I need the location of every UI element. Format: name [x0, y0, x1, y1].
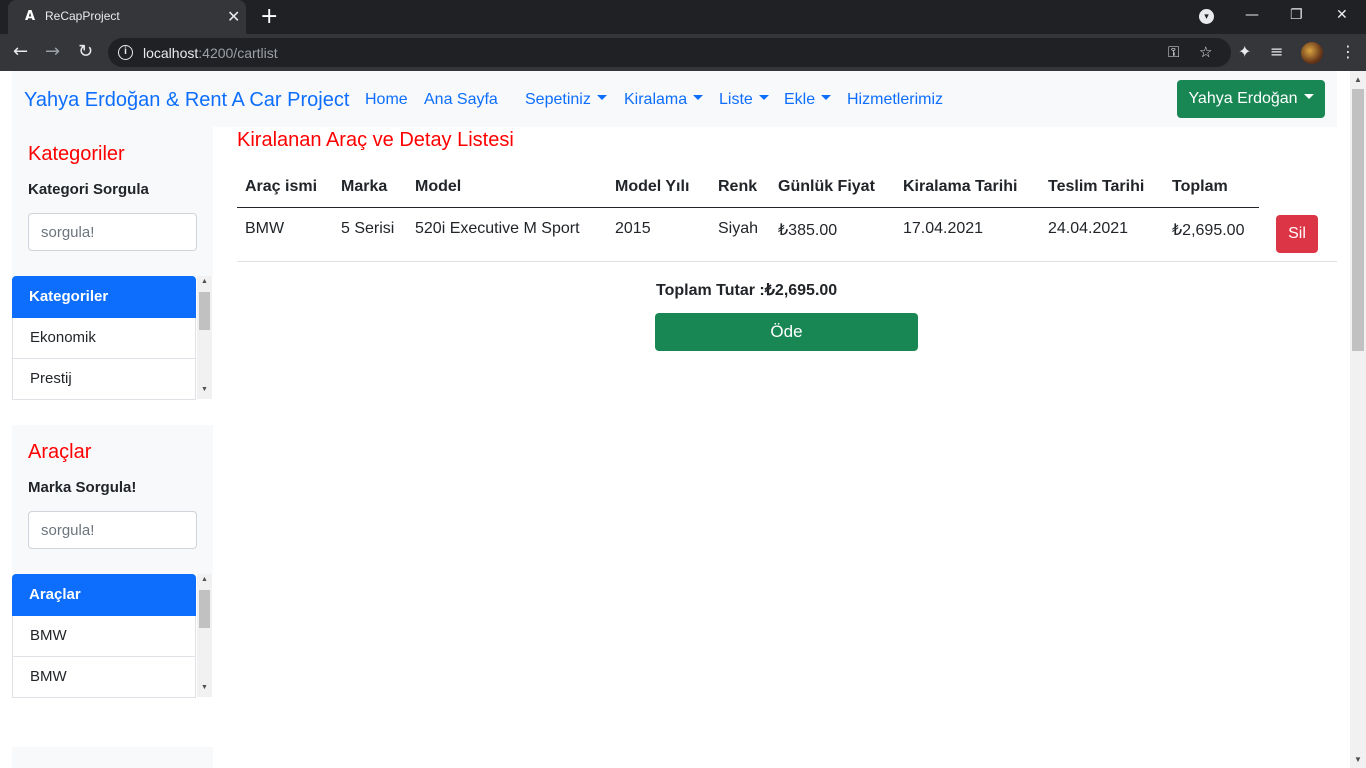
- user-dropdown-button[interactable]: Yahya Erdoğan: [1177, 80, 1325, 118]
- angular-icon: A: [24, 9, 36, 24]
- next-panel: [12, 747, 213, 768]
- reload-icon[interactable]: ↻: [78, 41, 93, 62]
- table-cell: ₺385.00: [778, 222, 838, 239]
- table-cell: 5 Serisi: [341, 220, 395, 237]
- column-header: Araç ismi: [245, 178, 318, 195]
- nav-liste-dropdown[interactable]: Liste: [719, 91, 769, 109]
- scroll-thumb[interactable]: [199, 590, 210, 628]
- nav-kiralama-dropdown[interactable]: Kiralama: [624, 91, 704, 109]
- page-title: Kiralanan Araç ve Detay Listesi: [237, 129, 514, 151]
- pay-button[interactable]: Öde: [655, 313, 918, 351]
- table-cell: BMW: [245, 220, 285, 237]
- category-list-scrollbar[interactable]: ▲ ▼: [197, 276, 212, 399]
- nav-hizmetlerimiz[interactable]: Hizmetlerimiz: [847, 91, 943, 109]
- scroll-up-icon[interactable]: ▲: [201, 278, 208, 285]
- column-header: Renk: [718, 178, 758, 195]
- total-amount: Toplam Tutar :₺2,695.00: [656, 280, 837, 300]
- scroll-thumb[interactable]: [1352, 89, 1364, 351]
- menu-icon[interactable]: ⋮: [1340, 42, 1356, 61]
- back-icon[interactable]: ←: [13, 41, 28, 62]
- cars-panel: Araçlar Marka Sorgula! Araçlar BMW BMW ▲…: [12, 425, 213, 698]
- avatar[interactable]: [1301, 42, 1323, 64]
- page: Yahya Erdoğan & Rent A Car Project Home …: [0, 71, 1350, 768]
- browser-tab[interactable]: A ReCapProject ✕: [8, 0, 246, 34]
- total-label: Toplam Tutar :: [656, 282, 765, 299]
- nav-home[interactable]: Home: [365, 91, 408, 109]
- caret-down-icon: [1303, 94, 1314, 100]
- column-header: Toplam: [1172, 178, 1228, 195]
- forward-icon[interactable]: →: [45, 41, 60, 62]
- caret-down-icon: [758, 95, 769, 101]
- car-list-scrollbar[interactable]: ▲ ▼: [197, 574, 212, 697]
- column-header: Model: [415, 178, 462, 195]
- minimize-icon[interactable]: —: [1245, 7, 1259, 23]
- table-cell: 520i Executive M Sport: [415, 220, 580, 237]
- category-item-ekonomik[interactable]: Ekonomik: [12, 318, 196, 359]
- browser-tabbar: A ReCapProject ✕ + ▾ — ❐ ✕: [0, 0, 1366, 34]
- address-bar[interactable]: i localhost:4200/cartlist ⚿ ☆: [108, 38, 1231, 67]
- table-cell: 24.04.2021: [1048, 220, 1129, 237]
- key-icon[interactable]: ⚿: [1168, 43, 1179, 61]
- category-list: Kategoriler Ekonomik Prestij ▲ ▼: [12, 276, 213, 400]
- new-tab-icon[interactable]: +: [260, 4, 278, 29]
- caret-down-icon: [693, 95, 704, 101]
- category-search-label: Kategori Sorgula: [28, 181, 149, 198]
- column-header: Model Yılı: [615, 178, 690, 195]
- delete-button[interactable]: Sil: [1276, 215, 1318, 253]
- car-item[interactable]: BMW: [12, 657, 196, 698]
- page-scrollbar[interactable]: ▲ ▼: [1350, 71, 1366, 768]
- categories-title: Kategoriler: [28, 143, 125, 165]
- table-cell: Siyah: [718, 220, 759, 237]
- brand-search-input[interactable]: [28, 511, 197, 549]
- nav-sepetiniz-dropdown[interactable]: Sepetiniz: [525, 91, 607, 109]
- total-value: ₺2,695.00: [764, 282, 838, 299]
- caret-down-icon: [596, 95, 607, 101]
- column-header: Günlük Fiyat: [778, 178, 875, 195]
- scroll-thumb[interactable]: [199, 292, 210, 330]
- nav-ekle-dropdown[interactable]: Ekle: [784, 91, 832, 109]
- browser-toolbar: ← → ↻ i localhost:4200/cartlist ⚿ ☆ ✦ ≡ …: [0, 34, 1366, 71]
- site-info-icon[interactable]: i: [118, 45, 133, 60]
- scroll-up-icon[interactable]: ▲: [1354, 75, 1362, 84]
- restore-icon[interactable]: ❐: [1290, 7, 1303, 23]
- table-cell: 17.04.2021: [903, 220, 984, 237]
- star-icon[interactable]: ☆: [1199, 43, 1212, 61]
- extensions-icon[interactable]: ✦: [1238, 42, 1251, 61]
- scroll-down-icon[interactable]: ▼: [1354, 755, 1362, 764]
- car-list: Araçlar BMW BMW ▲ ▼: [12, 574, 213, 698]
- window-close-icon[interactable]: ✕: [1336, 7, 1348, 23]
- caret-down-icon: [821, 95, 832, 101]
- table-row-divider: [237, 261, 1337, 262]
- category-list-header[interactable]: Kategoriler: [12, 276, 196, 318]
- nav-ana-sayfa[interactable]: Ana Sayfa: [424, 91, 498, 109]
- close-tab-icon[interactable]: ✕: [227, 7, 240, 26]
- table-header-divider: [237, 207, 1259, 208]
- column-header: Teslim Tarihi: [1048, 178, 1145, 195]
- column-header: Kiralama Tarihi: [903, 178, 1018, 195]
- scroll-down-icon[interactable]: ▼: [201, 386, 208, 393]
- brand-search-label: Marka Sorgula!: [28, 479, 137, 496]
- category-item-prestij[interactable]: Prestij: [12, 359, 196, 400]
- tab-title: ReCapProject: [45, 9, 120, 23]
- categories-panel: Kategoriler Kategori Sorgula Kategoriler…: [12, 127, 213, 400]
- cars-title: Araçlar: [28, 441, 92, 463]
- brand-link[interactable]: Yahya Erdoğan & Rent A Car Project: [24, 89, 349, 112]
- profile-dropdown-icon[interactable]: ▾: [1199, 9, 1214, 24]
- column-header: Marka: [341, 178, 388, 195]
- url-text[interactable]: localhost:4200/cartlist: [143, 45, 278, 61]
- table-cell: 2015: [615, 220, 651, 237]
- car-item[interactable]: BMW: [12, 616, 196, 657]
- category-search-input[interactable]: [28, 213, 197, 251]
- scroll-up-icon[interactable]: ▲: [201, 576, 208, 583]
- media-control-icon[interactable]: ≡: [1270, 42, 1283, 61]
- scroll-down-icon[interactable]: ▼: [201, 684, 208, 691]
- navbar: Yahya Erdoğan & Rent A Car Project Home …: [12, 71, 1337, 127]
- table-cell: ₺2,695.00: [1172, 222, 1245, 239]
- car-list-header[interactable]: Araçlar: [12, 574, 196, 616]
